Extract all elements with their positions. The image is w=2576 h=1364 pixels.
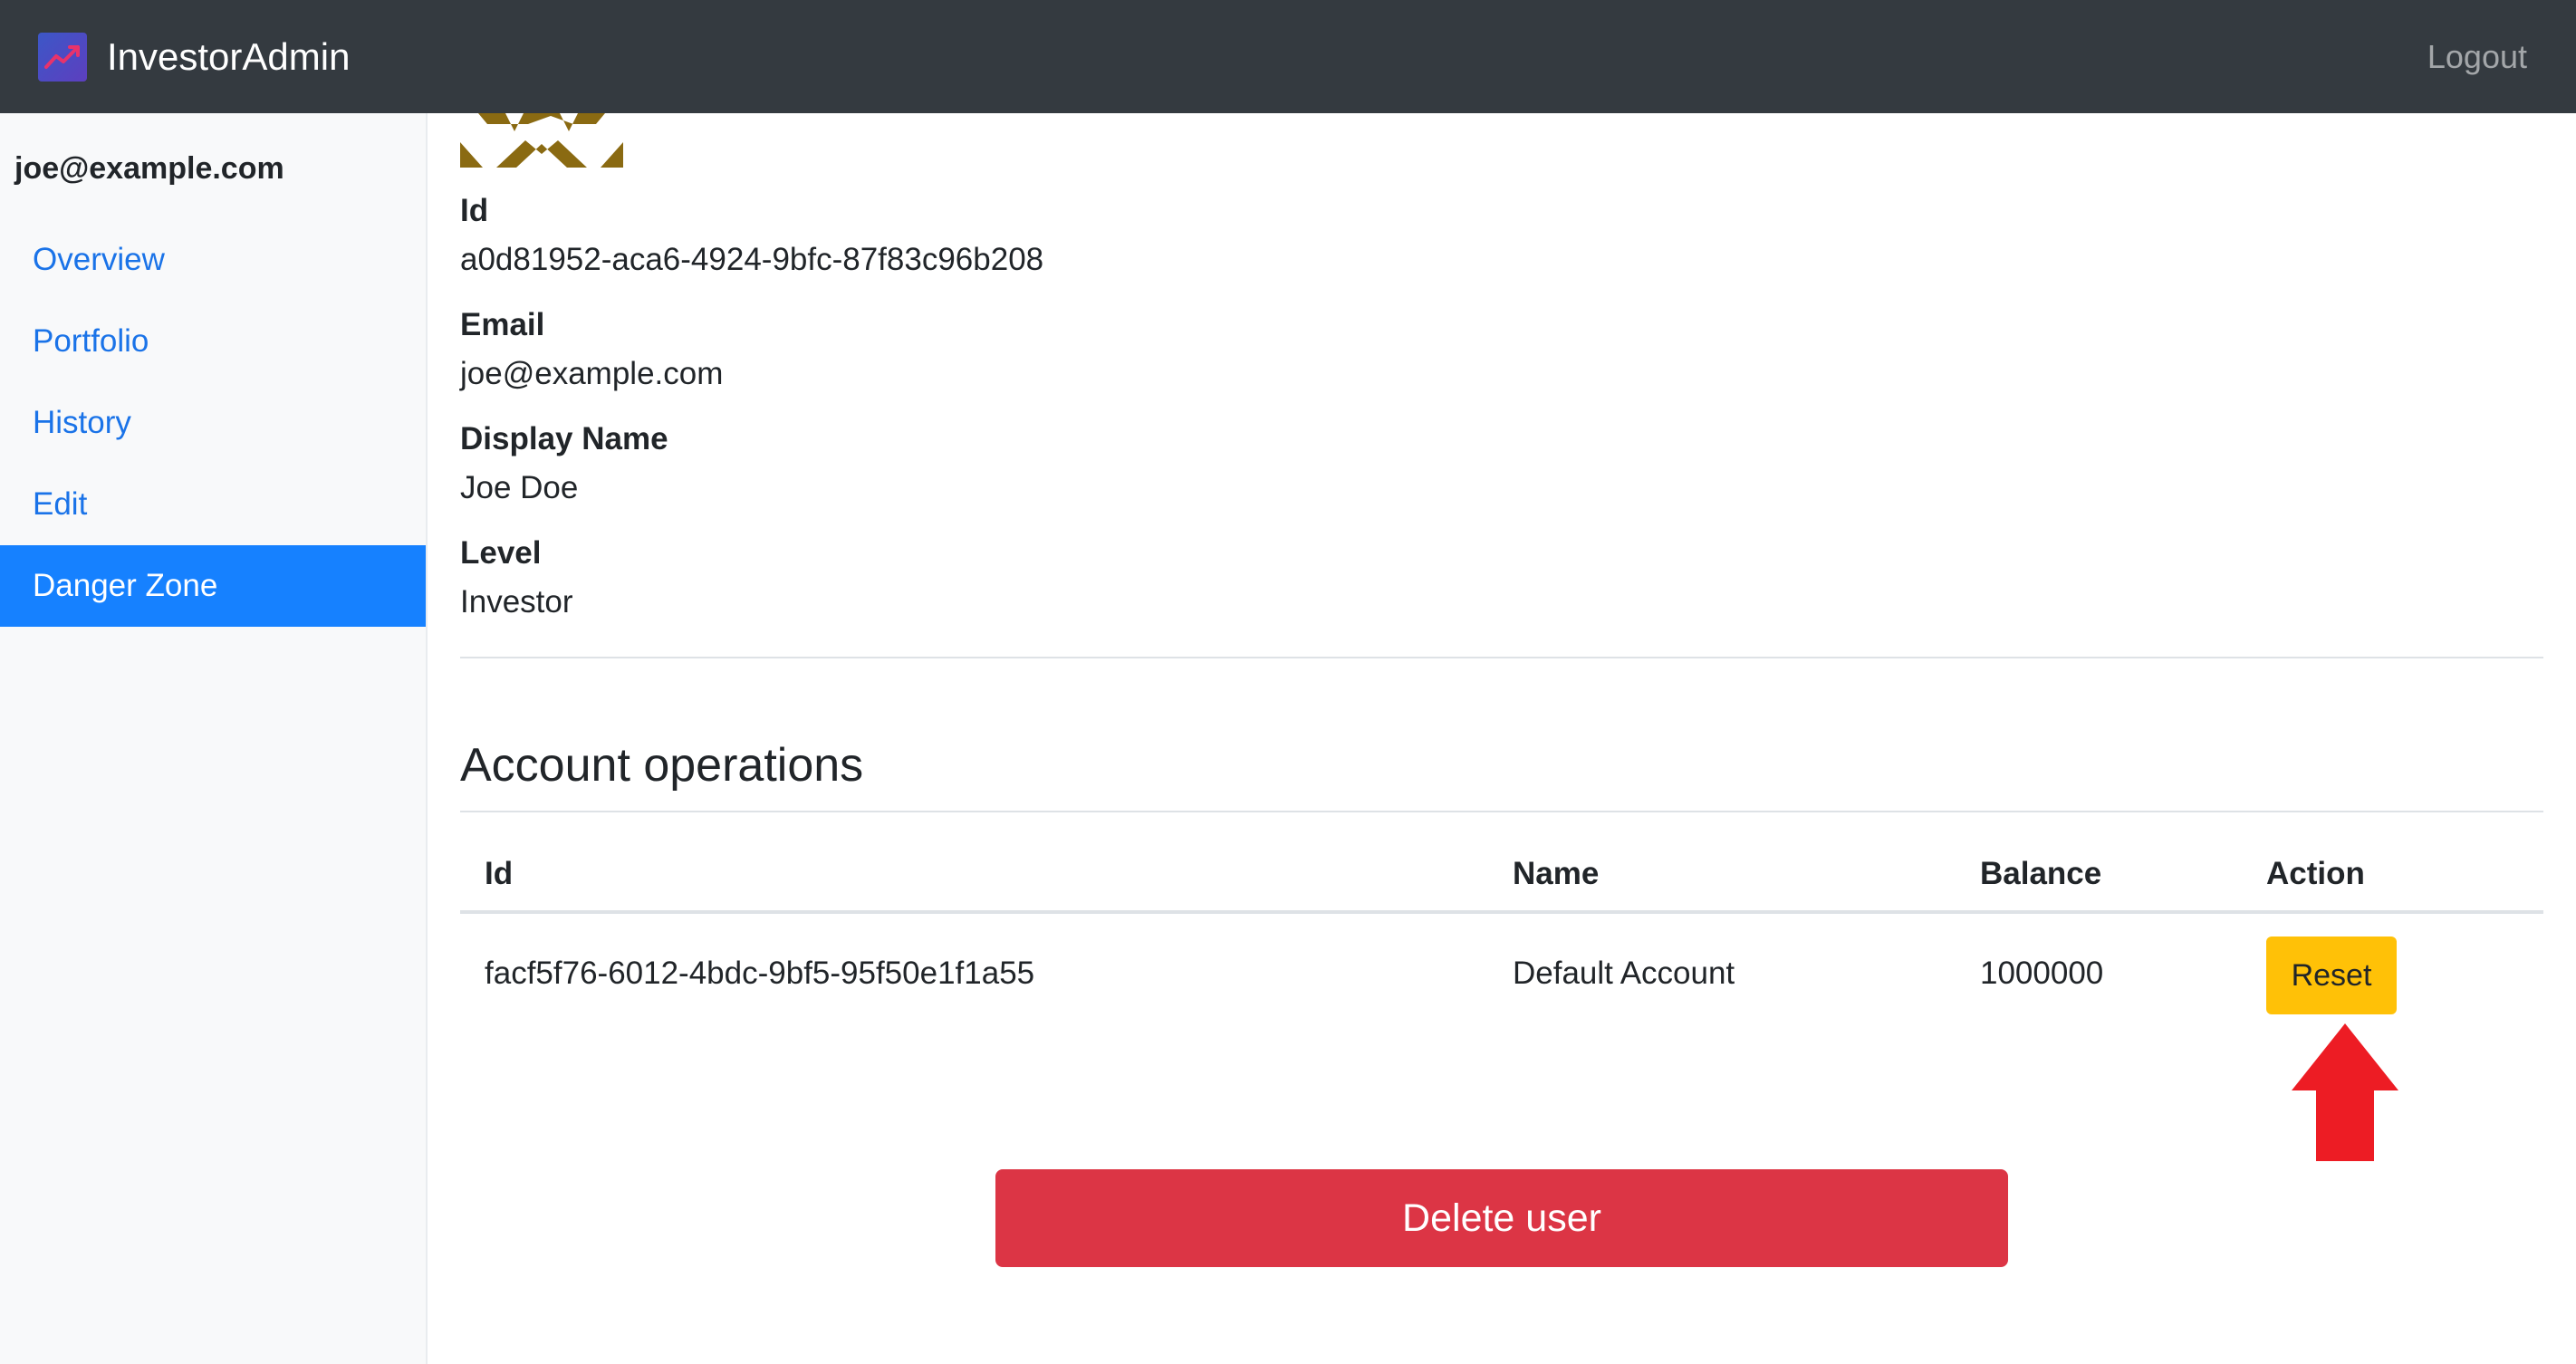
sidebar-item-history[interactable]: History xyxy=(0,382,426,464)
section-title: Account operations xyxy=(460,739,864,792)
sidebar: joe@example.com Overview Portfolio Histo… xyxy=(0,113,428,1364)
column-header-action: Action xyxy=(2266,856,2365,891)
sidebar-item-portfolio[interactable]: Portfolio xyxy=(0,301,426,382)
level-value: Investor xyxy=(460,584,573,620)
trending-chart-icon xyxy=(38,32,87,82)
logout-link[interactable]: Logout xyxy=(2427,38,2527,76)
level-label: Level xyxy=(460,535,542,571)
table-top-rule xyxy=(460,811,2543,812)
account-id-cell: facf5f76-6012-4bdc-9bf5-95f50e1f1a55 xyxy=(485,956,1035,991)
sidebar-nav: Overview Portfolio History Edit Danger Z… xyxy=(0,219,426,627)
email-label: Email xyxy=(460,307,545,342)
sidebar-item-overview[interactable]: Overview xyxy=(0,219,426,301)
id-label: Id xyxy=(460,193,489,228)
account-balance-cell: 1000000 xyxy=(1980,956,2104,991)
table-header-rule xyxy=(460,910,2543,914)
top-navbar: InvestorAdmin Logout xyxy=(0,0,2576,113)
delete-user-button[interactable]: Delete user xyxy=(995,1169,2008,1267)
up-arrow-annotation-icon xyxy=(2292,1023,2398,1166)
column-header-name: Name xyxy=(1513,856,1600,891)
display-name-value: Joe Doe xyxy=(460,470,579,505)
email-value: joe@example.com xyxy=(460,356,724,391)
reset-account-button[interactable]: Reset xyxy=(2266,937,2397,1014)
display-name-label: Display Name xyxy=(460,421,668,456)
divider xyxy=(460,657,2543,658)
sidebar-item-danger-zone[interactable]: Danger Zone xyxy=(0,545,426,627)
sidebar-item-edit[interactable]: Edit xyxy=(0,464,426,545)
identicon-avatar xyxy=(460,113,623,168)
column-header-id: Id xyxy=(485,856,514,891)
account-name-cell: Default Account xyxy=(1513,956,1735,991)
sidebar-user-email: joe@example.com xyxy=(14,151,284,186)
brand-name: InvestorAdmin xyxy=(107,34,351,78)
brand[interactable]: InvestorAdmin xyxy=(38,32,351,82)
id-value: a0d81952-aca6-4924-9bfc-87f83c96b208 xyxy=(460,242,1044,277)
column-header-balance: Balance xyxy=(1980,856,2102,891)
